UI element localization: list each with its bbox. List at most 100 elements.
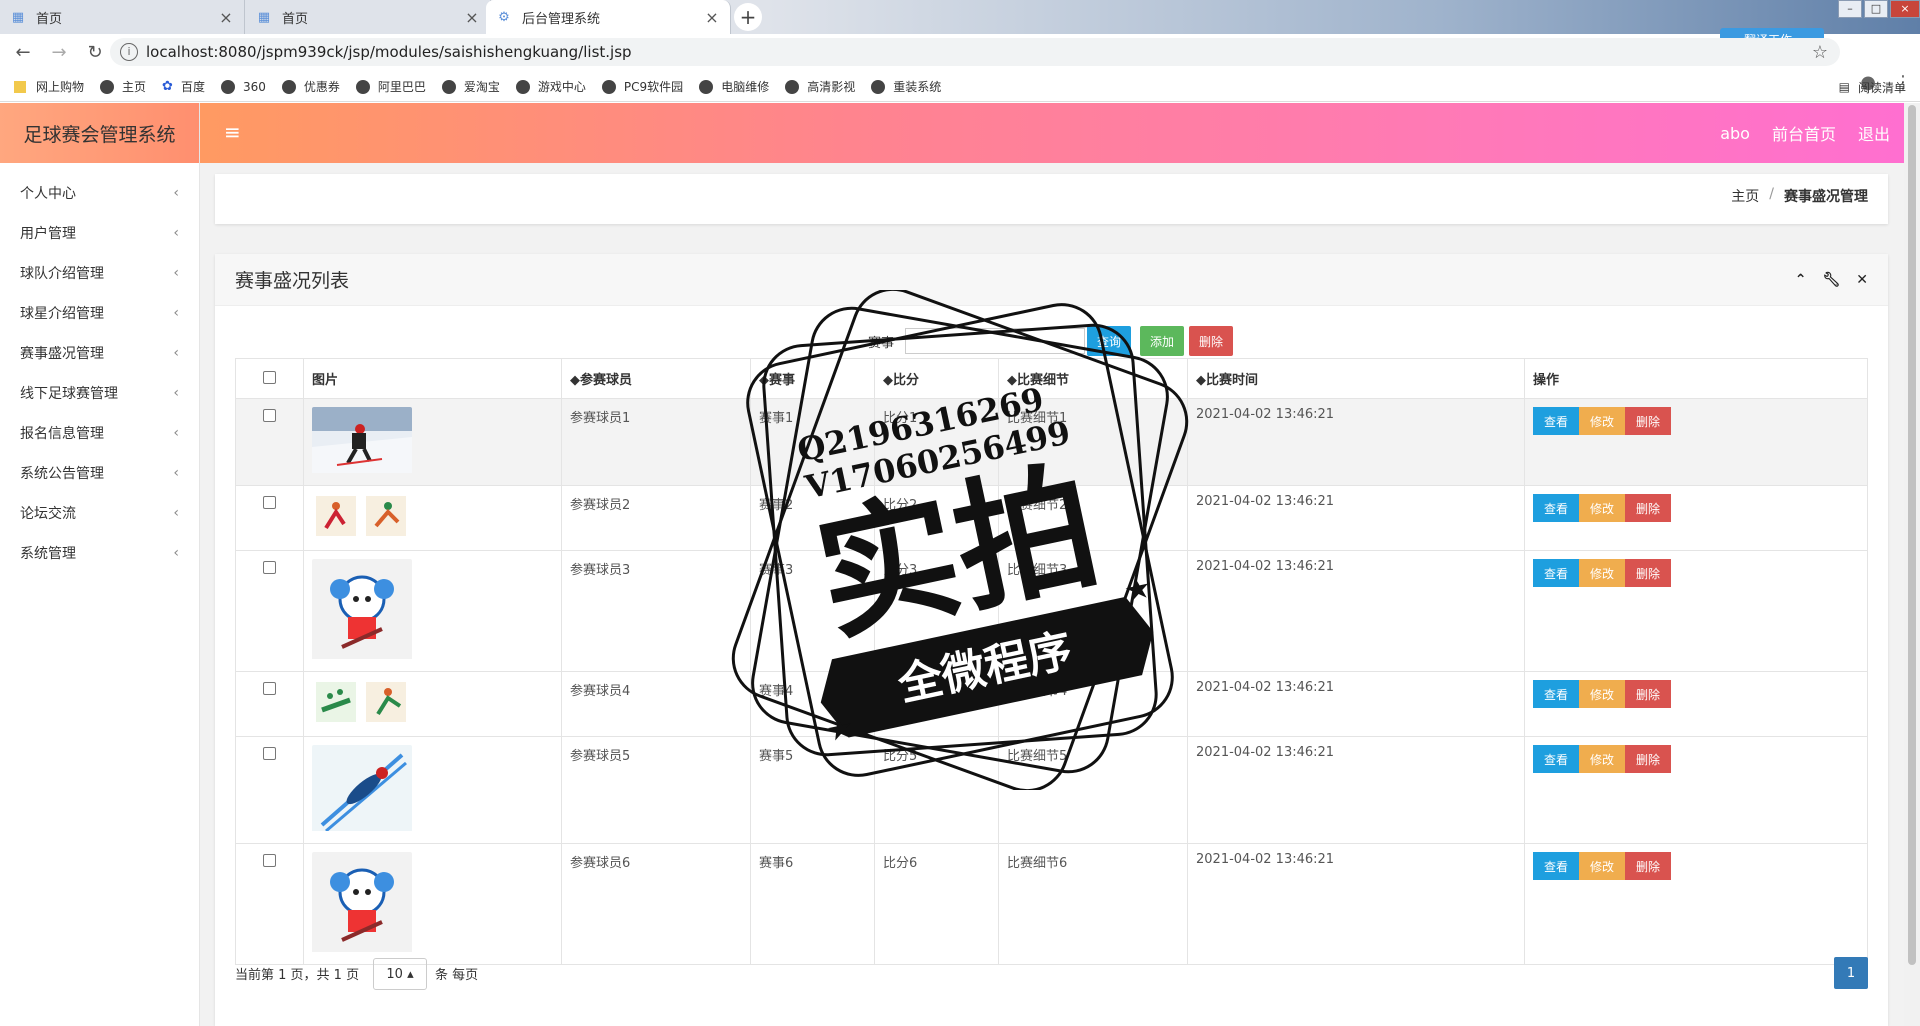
bookmark-label: 360 [242, 79, 266, 94]
current-user[interactable]: abo [1720, 124, 1750, 143]
sidebar-item-teams[interactable]: 球队介绍管理 ‹ [0, 253, 199, 293]
edit-button[interactable]: 修改 [1579, 559, 1626, 587]
hamburger-menu-icon[interactable]: ≡ [224, 120, 241, 144]
sidebar-item-users[interactable]: 用户管理 ‹ [0, 213, 199, 253]
view-button[interactable]: 查看 [1533, 407, 1580, 435]
sidebar-item-offline-matches[interactable]: 线下足球赛管理 ‹ [0, 373, 199, 413]
bookmark-item[interactable]: 阿里巴巴 [355, 78, 426, 95]
logout-link[interactable]: 退出 [1858, 121, 1890, 145]
edit-button[interactable]: 修改 [1579, 494, 1626, 522]
view-button[interactable]: 查看 [1533, 680, 1580, 708]
breadcrumb: 主页 / 赛事盛况管理 [1731, 186, 1868, 206]
edit-button[interactable]: 修改 [1579, 745, 1626, 773]
info-icon[interactable]: i [120, 43, 138, 61]
row-checkbox[interactable] [263, 496, 276, 509]
row-checkbox[interactable] [263, 409, 276, 422]
search-input[interactable] [905, 328, 1085, 354]
window-close-button[interactable]: × [1890, 0, 1920, 18]
browser-tab-2[interactable]: ▦ 首页 × [246, 0, 491, 34]
cell-detail: 比赛细节5 [998, 736, 1188, 844]
close-icon[interactable]: ✕ [1856, 272, 1868, 288]
select-all-checkbox[interactable] [263, 371, 276, 384]
sidebar-item-stars[interactable]: 球星介绍管理 ‹ [0, 293, 199, 333]
view-button[interactable]: 查看 [1533, 852, 1580, 880]
sidebar-item-registrations[interactable]: 报名信息管理 ‹ [0, 413, 199, 453]
bookmark-item[interactable]: 优惠券 [281, 78, 340, 95]
row-checkbox[interactable] [263, 561, 276, 574]
bookmark-item[interactable]: 电脑维修 [699, 78, 769, 95]
wrench-icon[interactable]: 🔧︎ [1822, 272, 1840, 288]
col-score[interactable]: ◆比分 [874, 358, 999, 399]
browser-tab-1[interactable]: ▦ 首页 × [0, 0, 245, 34]
delete-button[interactable]: 删除 [1625, 745, 1672, 773]
delete-button[interactable]: 删除 [1625, 852, 1672, 880]
delete-button[interactable]: 删除 [1625, 680, 1672, 708]
back-icon[interactable]: ← [10, 39, 36, 65]
bookmark-item[interactable]: ✿ 百度 [162, 78, 205, 95]
globe-icon [515, 79, 530, 94]
breadcrumb-home[interactable]: 主页 [1731, 186, 1759, 206]
col-detail[interactable]: ◆比赛细节 [998, 358, 1188, 399]
close-icon[interactable]: × [704, 8, 720, 27]
star-icon[interactable]: ☆ [1812, 42, 1828, 63]
view-button[interactable]: 查看 [1533, 745, 1580, 773]
sidebar-item-system[interactable]: 系统管理 ‹ [0, 533, 199, 573]
card-header: 赛事盛况列表 ⌃ 🔧︎ ✕ [215, 254, 1888, 306]
scrollbar-thumb[interactable] [1908, 105, 1916, 965]
bookmark-item[interactable]: PC9软件园 [601, 78, 683, 95]
edit-button[interactable]: 修改 [1579, 407, 1626, 435]
view-button[interactable]: 查看 [1533, 559, 1580, 587]
page-size-select[interactable]: 10 ▴ [373, 958, 427, 990]
sidebar-item-personal[interactable]: 个人中心 ‹ [0, 173, 199, 213]
close-icon[interactable]: × [464, 8, 480, 27]
bookmark-item[interactable]: 主页 [100, 78, 146, 95]
url-field[interactable]: i localhost:8080/jspm939ck/jsp/modules/s… [110, 38, 1840, 66]
sidebar-item-forum[interactable]: 论坛交流 ‹ [0, 493, 199, 533]
row-actions: 查看 修改 删除 [1533, 559, 1859, 587]
col-time[interactable]: ◆比赛时间 [1187, 358, 1525, 399]
sidebar-item-notices[interactable]: 系统公告管理 ‹ [0, 453, 199, 493]
row-actions: 查看 修改 删除 [1533, 745, 1859, 773]
row-checkbox[interactable] [263, 682, 276, 695]
mascot-image [312, 852, 412, 956]
page-scrollbar[interactable] [1904, 103, 1920, 1026]
delete-button[interactable]: 删除 [1625, 494, 1672, 522]
new-tab-button[interactable]: + [734, 3, 762, 31]
bookmark-item[interactable]: 高清影视 [785, 78, 855, 95]
bookmark-item[interactable]: 爱淘宝 [441, 78, 500, 95]
query-button[interactable]: 查询 [1087, 326, 1132, 356]
bookmark-item[interactable]: 游戏中心 [515, 78, 586, 95]
page-button-current[interactable]: 1 [1834, 957, 1868, 989]
bookmark-item[interactable]: 网上购物 [14, 78, 84, 95]
add-button[interactable]: 添加 [1140, 326, 1185, 356]
bookmark-label: 重装系统 [893, 80, 942, 94]
forward-icon[interactable]: → [46, 39, 72, 65]
cell-detail: 比赛细节3 [998, 550, 1188, 672]
sidebar: 足球赛会管理系统 个人中心 ‹ 用户管理 ‹ 球队介绍管理 ‹ 球星介绍管理 ‹ 赛事盛… [0, 103, 200, 1026]
frontend-home-link[interactable]: 前台首页 [1772, 121, 1836, 145]
page-size-unit: 条 每页 [435, 968, 479, 983]
col-event[interactable]: ◆赛事 [750, 358, 875, 399]
maximize-button[interactable]: □ [1864, 0, 1888, 18]
bookmark-item[interactable]: 重装系统 [871, 78, 941, 95]
row-checkbox[interactable] [263, 854, 276, 867]
browser-tab-3[interactable]: ⚙ 后台管理系统 × [486, 0, 731, 34]
batch-delete-button[interactable]: 删除 [1189, 326, 1234, 356]
edit-button[interactable]: 修改 [1579, 852, 1626, 880]
reading-list-button[interactable]: ▤ 阅读清单 [1839, 72, 1906, 102]
reload-icon[interactable]: ↻ [82, 39, 108, 65]
row-checkbox[interactable] [263, 747, 276, 760]
minimize-button[interactable]: – [1838, 0, 1862, 18]
collapse-icon[interactable]: ⌃ [1795, 272, 1807, 288]
delete-button[interactable]: 删除 [1625, 559, 1672, 587]
close-icon[interactable]: × [218, 8, 234, 27]
mascot-image [312, 559, 412, 663]
browser-chrome: ▦ 首页 × ▦ 首页 × ⚙ 后台管理系统 × + – □ × ☁ 翻译工作 … [0, 0, 1920, 103]
edit-button[interactable]: 修改 [1579, 680, 1626, 708]
chevron-left-icon: ‹ [173, 545, 179, 561]
delete-button[interactable]: 删除 [1625, 407, 1672, 435]
sidebar-item-events[interactable]: 赛事盛况管理 ‹ [0, 333, 199, 373]
col-player[interactable]: ◆参赛球员 [561, 358, 751, 399]
view-button[interactable]: 查看 [1533, 494, 1580, 522]
bookmark-item[interactable]: 360 [220, 79, 266, 94]
